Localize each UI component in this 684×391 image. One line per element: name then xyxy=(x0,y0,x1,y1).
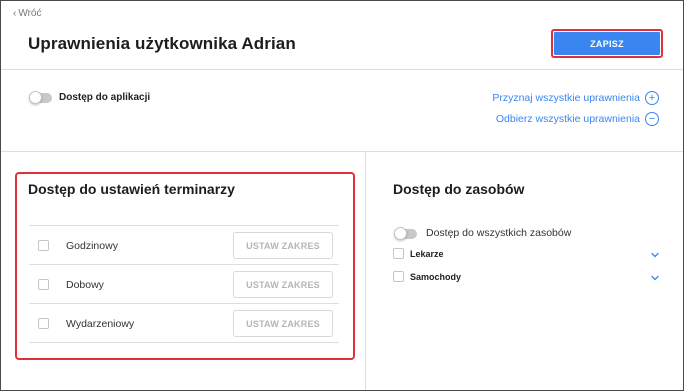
schedule-row-daily: Dobowy USTAW ZAKRES xyxy=(29,264,339,304)
schedule-row-hourly: Godzinowy USTAW ZAKRES xyxy=(29,225,339,265)
column-divider xyxy=(365,152,366,390)
header-divider xyxy=(1,69,683,70)
plus-circle-icon: + xyxy=(645,91,659,105)
back-label: Wróć xyxy=(18,8,42,19)
permissions-page: ‹ Wróć Uprawnienia użytkownika Adrian ZA… xyxy=(0,0,684,391)
grant-all-label: Przyznaj wszystkie uprawnienia xyxy=(492,92,640,104)
all-resources-label: Dostęp do wszystkich zasobów xyxy=(426,227,572,239)
minus-circle-icon: − xyxy=(645,112,659,126)
resource-label: Samochody xyxy=(410,271,462,282)
resource-item-doctors[interactable]: Lekarze xyxy=(393,248,444,259)
all-resources-toggle[interactable] xyxy=(394,227,417,240)
set-range-button[interactable]: USTAW ZAKRES xyxy=(233,271,333,298)
save-button[interactable]: ZAPISZ xyxy=(554,32,660,55)
schedule-list-bottom-divider xyxy=(29,342,339,343)
schedule-row-event: Wydarzeniowy USTAW ZAKRES xyxy=(29,303,339,343)
resource-checkbox[interactable] xyxy=(393,248,404,259)
schedule-checkbox[interactable] xyxy=(38,240,49,251)
resource-item-cars[interactable]: Samochody xyxy=(393,271,461,282)
schedules-title: Dostęp do ustawień terminarzy xyxy=(28,181,235,197)
set-range-button[interactable]: USTAW ZAKRES xyxy=(233,232,333,259)
chevron-down-icon[interactable] xyxy=(650,273,660,283)
app-access-label: Dostęp do aplikacji xyxy=(59,92,151,103)
schedule-checkbox[interactable] xyxy=(38,279,49,290)
resource-checkbox[interactable] xyxy=(393,271,404,282)
chevron-left-icon: ‹ xyxy=(13,7,17,19)
chevron-down-icon[interactable] xyxy=(650,250,660,260)
toggle-knob xyxy=(394,227,407,240)
app-access-toggle[interactable] xyxy=(29,91,52,104)
schedule-label: Godzinowy xyxy=(66,239,118,252)
revoke-all-link[interactable]: Odbierz wszystkie uprawnienia − xyxy=(496,112,659,126)
resources-title: Dostęp do zasobów xyxy=(393,181,525,197)
set-range-button[interactable]: USTAW ZAKRES xyxy=(233,310,333,337)
schedule-checkbox[interactable] xyxy=(38,318,49,329)
resource-label: Lekarze xyxy=(410,248,444,259)
section-divider xyxy=(1,151,683,152)
schedule-label: Wydarzeniowy xyxy=(66,317,135,330)
grant-all-link[interactable]: Przyznaj wszystkie uprawnienia + xyxy=(492,91,659,105)
save-button-highlight: ZAPISZ xyxy=(551,29,663,58)
back-link[interactable]: ‹ Wróć xyxy=(13,8,42,19)
schedule-label: Dobowy xyxy=(66,278,104,291)
toggle-knob xyxy=(29,91,42,104)
page-title: Uprawnienia użytkownika Adrian xyxy=(28,34,296,53)
revoke-all-label: Odbierz wszystkie uprawnienia xyxy=(495,113,640,125)
